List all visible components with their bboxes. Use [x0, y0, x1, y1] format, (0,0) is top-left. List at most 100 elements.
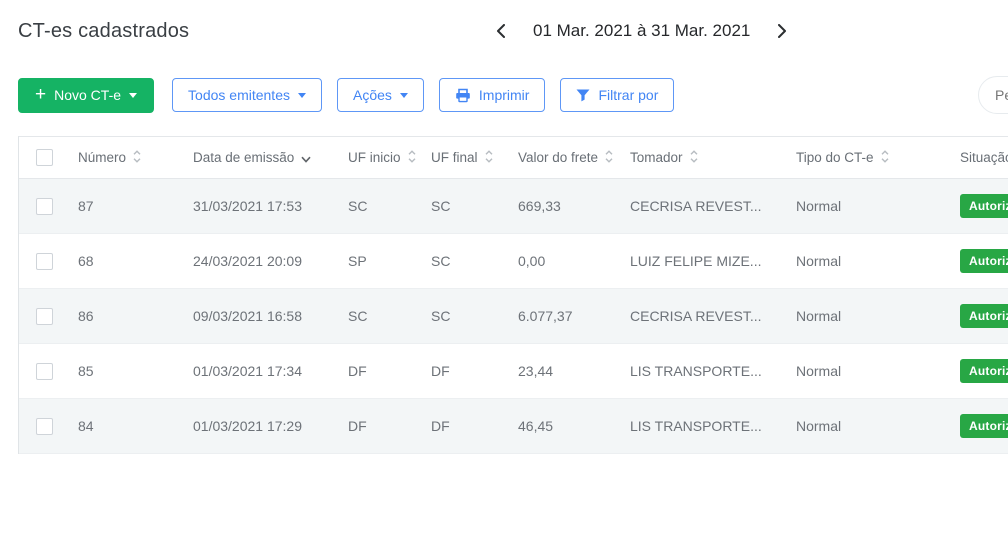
cell-uf-inicio: DF — [330, 344, 413, 399]
filter-label: Filtrar por — [598, 87, 658, 103]
filter-button[interactable]: Filtrar por — [560, 78, 674, 112]
table-row[interactable]: 8501/03/2021 17:34DFDF23,44LIS TRANSPORT… — [18, 344, 1008, 399]
next-period-button[interactable] — [774, 22, 791, 40]
cell-valor-frete: 6.077,37 — [500, 289, 612, 344]
sort-updown-icon — [881, 150, 889, 163]
cell-tipo-cte: Normal — [778, 289, 942, 344]
column-header-uf_final[interactable]: UF final — [413, 137, 500, 179]
row-checkbox[interactable] — [36, 198, 53, 215]
cell-tomador: LIS TRANSPORTE... — [612, 399, 778, 454]
all-issuers-label: Todos emitentes — [188, 87, 290, 103]
cell-uf-inicio: DF — [330, 399, 413, 454]
column-label: UF final — [431, 150, 478, 165]
actions-label: Ações — [353, 87, 392, 103]
cte-table-wrap: Número Data de emissão UF inicio UF final Va… — [18, 136, 1008, 454]
row-select-cell — [18, 234, 60, 289]
select-all-cell — [18, 137, 60, 179]
table-left-border — [18, 136, 19, 454]
date-range-label[interactable]: 01 Mar. 2021 à 31 Mar. 2021 — [533, 21, 750, 41]
sort-updown-icon — [605, 150, 613, 163]
cell-uf-inicio: SC — [330, 179, 413, 234]
table-row[interactable]: 6824/03/2021 20:09SPSC0,00LUIZ FELIPE MI… — [18, 234, 1008, 289]
cell-tipo-cte: Normal — [778, 234, 942, 289]
cell-numero: 84 — [60, 399, 175, 454]
toolbar: + Novo CT-e Todos emitentes Ações Imprim… — [18, 77, 674, 113]
column-label: Tomador — [630, 150, 683, 165]
table-row[interactable]: 8401/03/2021 17:29DFDF46,45LIS TRANSPORT… — [18, 399, 1008, 454]
row-checkbox[interactable] — [36, 253, 53, 270]
sort-updown-icon — [408, 150, 416, 163]
chevron-left-icon — [496, 24, 505, 38]
cell-uf-inicio: SC — [330, 289, 413, 344]
cell-uf-final: SC — [413, 179, 500, 234]
table-row[interactable]: 8731/03/2021 17:53SCSC669,33CECRISA REVE… — [18, 179, 1008, 234]
status-badge: Autorizado — [960, 249, 1008, 273]
plus-icon: + — [35, 85, 46, 104]
cell-situacao: Autorizado — [942, 289, 1008, 344]
caret-down-icon — [298, 93, 306, 98]
row-checkbox[interactable] — [36, 308, 53, 325]
cell-numero: 87 — [60, 179, 175, 234]
column-header-tipo_cte[interactable]: Tipo do CT-e — [778, 137, 942, 179]
cell-data-emissao: 01/03/2021 17:29 — [175, 399, 330, 454]
prev-period-button[interactable] — [492, 22, 509, 40]
table-row[interactable]: 8609/03/2021 16:58SCSC6.077,37CECRISA RE… — [18, 289, 1008, 344]
cell-data-emissao: 31/03/2021 17:53 — [175, 179, 330, 234]
cell-numero: 86 — [60, 289, 175, 344]
status-badge: Autorizado — [960, 194, 1008, 218]
cell-uf-inicio: SP — [330, 234, 413, 289]
all-issuers-dropdown[interactable]: Todos emitentes — [172, 78, 322, 112]
chevron-right-icon — [778, 24, 787, 38]
column-label: Número — [78, 150, 126, 165]
caret-down-icon — [129, 93, 137, 98]
column-header-numero[interactable]: Número — [60, 137, 175, 179]
column-header-situacao[interactable]: Situação — [942, 137, 1008, 179]
cell-uf-final: DF — [413, 344, 500, 399]
cell-tomador: LUIZ FELIPE MIZE... — [612, 234, 778, 289]
sort-updown-icon — [133, 150, 141, 163]
row-select-cell — [18, 289, 60, 344]
cell-tomador: CECRISA REVEST... — [612, 289, 778, 344]
date-range-navigator: 01 Mar. 2021 à 31 Mar. 2021 — [492, 21, 791, 41]
cell-numero: 85 — [60, 344, 175, 399]
page-title: CT-es cadastrados — [18, 20, 189, 43]
column-label: Valor do frete — [518, 150, 598, 165]
column-header-uf_inicio[interactable]: UF inicio — [330, 137, 413, 179]
row-select-cell — [18, 179, 60, 234]
search-input[interactable] — [978, 76, 1008, 114]
new-cte-label: Novo CT-e — [54, 87, 121, 103]
column-header-tomador[interactable]: Tomador — [612, 137, 778, 179]
cell-tipo-cte: Normal — [778, 399, 942, 454]
cell-tipo-cte: Normal — [778, 344, 942, 399]
cell-valor-frete: 46,45 — [500, 399, 612, 454]
cell-situacao: Autorizado — [942, 234, 1008, 289]
column-header-valor_frete[interactable]: Valor do frete — [500, 137, 612, 179]
sort-updown-icon — [485, 150, 493, 163]
status-badge: Autorizado — [960, 414, 1008, 438]
cell-data-emissao: 01/03/2021 17:34 — [175, 344, 330, 399]
column-header-data_emissao[interactable]: Data de emissão — [175, 137, 330, 179]
row-select-cell — [18, 344, 60, 399]
cell-situacao: Autorizado — [942, 399, 1008, 454]
row-checkbox[interactable] — [36, 418, 53, 435]
funnel-icon — [576, 89, 590, 102]
cell-valor-frete: 23,44 — [500, 344, 612, 399]
cell-uf-final: SC — [413, 234, 500, 289]
cell-uf-final: SC — [413, 289, 500, 344]
status-badge: Autorizado — [960, 304, 1008, 328]
cell-valor-frete: 0,00 — [500, 234, 612, 289]
new-cte-button[interactable]: + Novo CT-e — [18, 78, 154, 113]
print-button[interactable]: Imprimir — [439, 78, 546, 112]
cell-valor-frete: 669,33 — [500, 179, 612, 234]
cell-data-emissao: 24/03/2021 20:09 — [175, 234, 330, 289]
row-checkbox[interactable] — [36, 363, 53, 380]
column-label: Data de emissão — [193, 150, 294, 165]
actions-dropdown[interactable]: Ações — [337, 78, 424, 112]
select-all-checkbox[interactable] — [36, 149, 53, 166]
cell-data-emissao: 09/03/2021 16:58 — [175, 289, 330, 344]
caret-down-icon — [400, 93, 408, 98]
column-label: Situação — [960, 150, 1008, 165]
printer-icon — [455, 88, 471, 103]
cell-tipo-cte: Normal — [778, 179, 942, 234]
status-badge: Autorizado — [960, 359, 1008, 383]
